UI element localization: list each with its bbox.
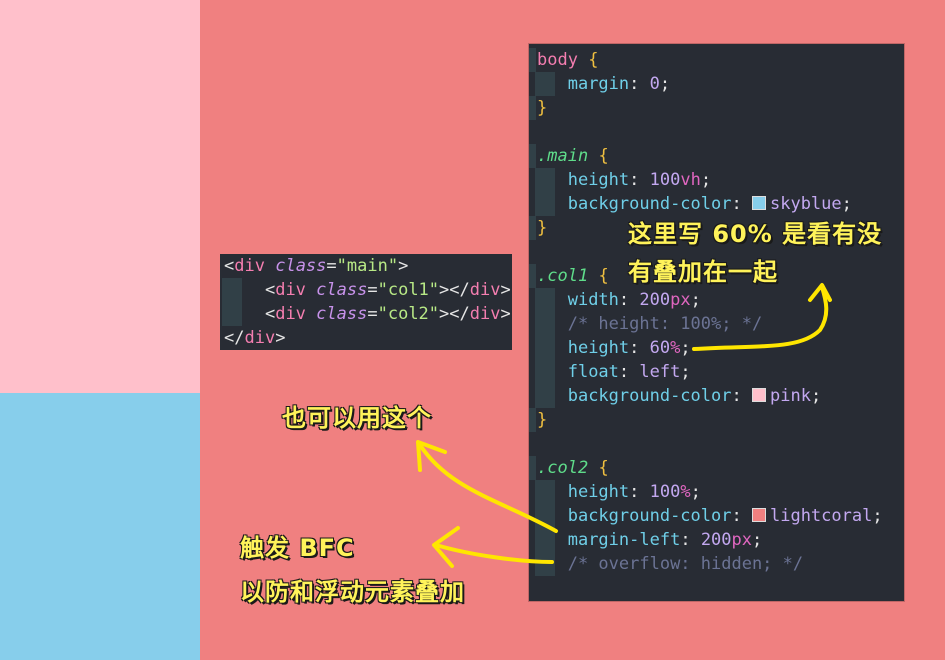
arrow-to-height-60: [692, 283, 832, 351]
note-also-use-this: 也可以用这个: [282, 404, 432, 432]
arrow-to-bfc-note: [432, 526, 554, 568]
note-60-line1: 这里写 60% 是看有没: [628, 220, 883, 248]
note-bfc-line2: 以防和浮动元素叠加: [240, 578, 465, 606]
arrow-to-also-note: [416, 440, 558, 533]
note-60-line2: 有叠加在一起: [628, 258, 778, 286]
annotation-arrows: [416, 283, 832, 568]
note-bfc-line1: 触发 BFC: [240, 534, 355, 562]
